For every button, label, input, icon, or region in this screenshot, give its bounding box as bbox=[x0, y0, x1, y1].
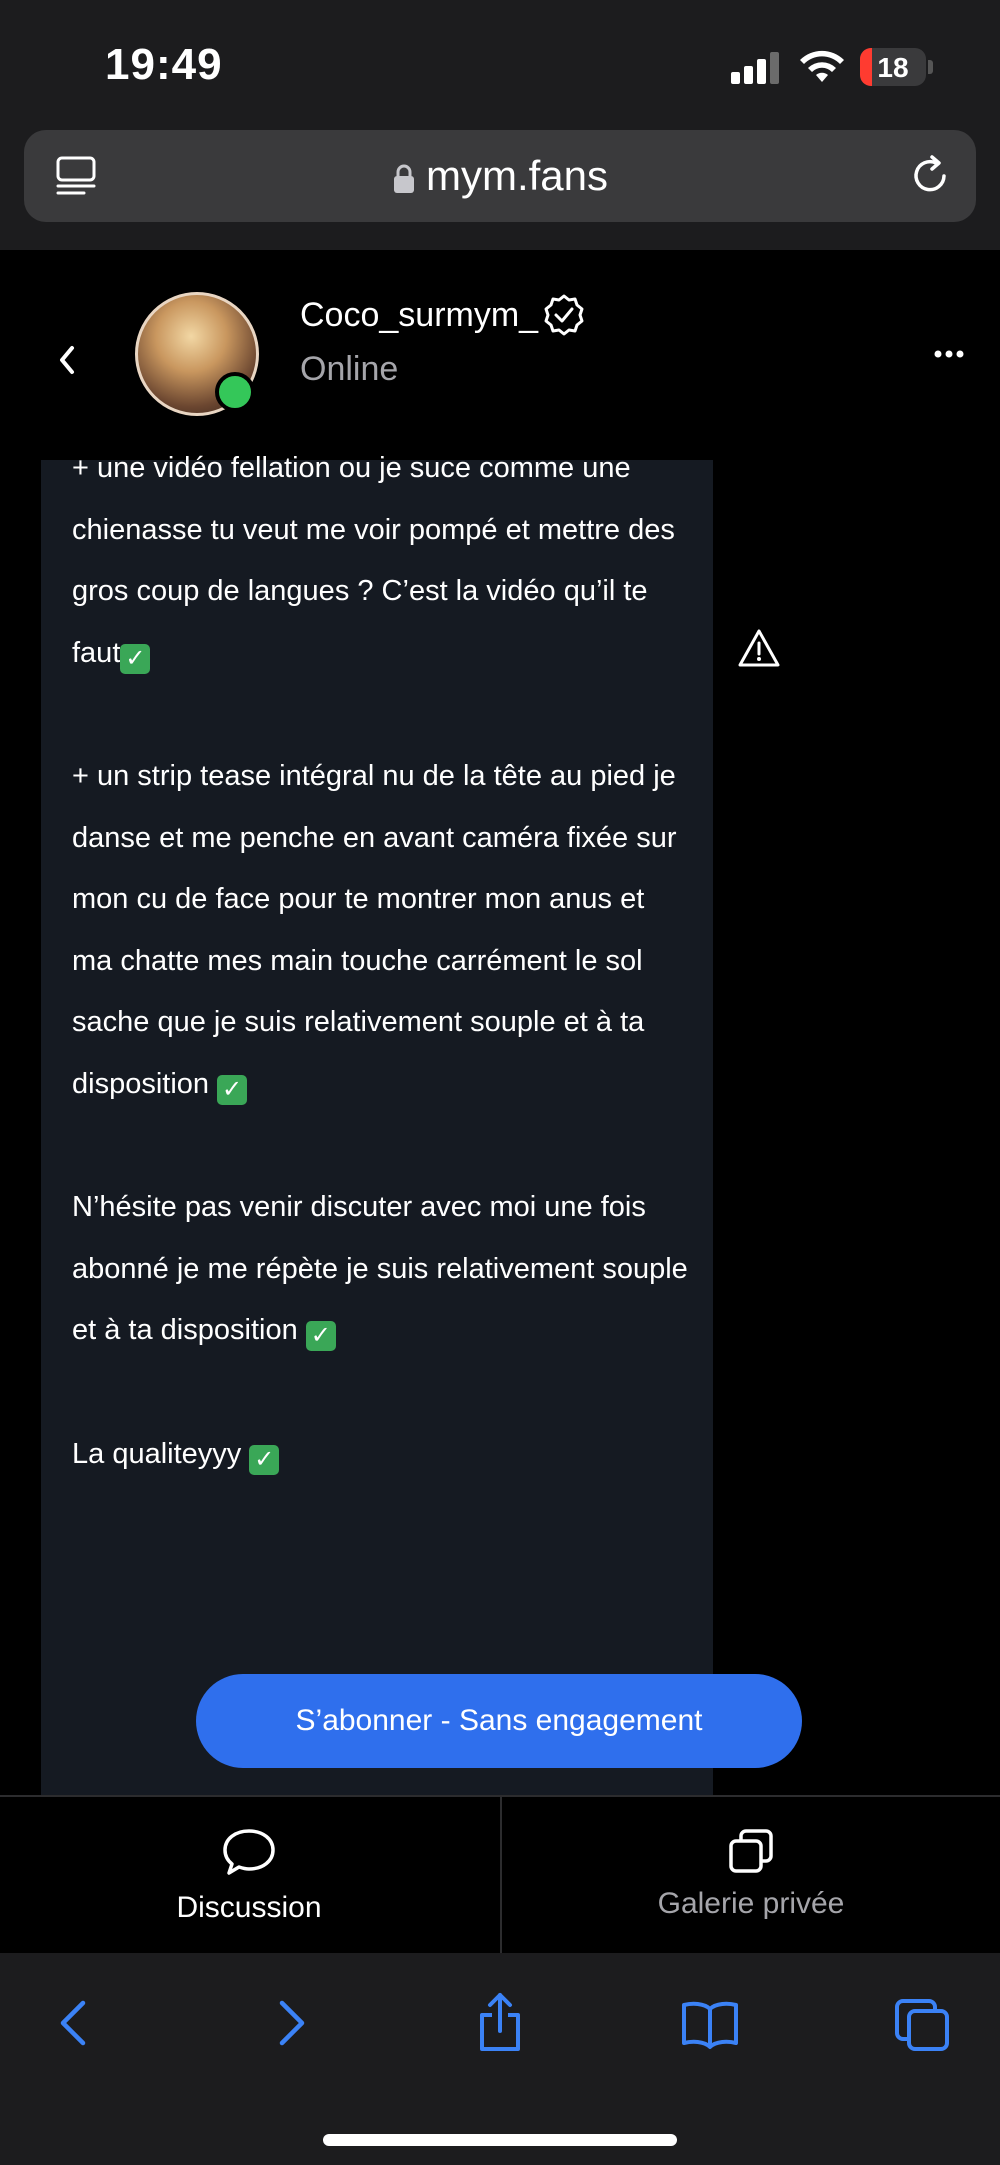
tab-private-gallery-label: Galerie privée bbox=[657, 1887, 845, 1920]
battery-icon: 18 bbox=[860, 48, 926, 86]
message-bubble: + une vidéo fellation ou je suce comme u… bbox=[41, 452, 713, 1795]
message-paragraph-1: + une vidéo fellation ou je suce comme u… bbox=[72, 452, 683, 669]
back-chevron-icon[interactable] bbox=[52, 340, 82, 380]
message-text: + une vidéo fellation ou je suce comme u… bbox=[72, 438, 692, 1485]
username[interactable]: Coco_surmym_ bbox=[300, 296, 538, 335]
chat-page: Coco_surmym_ Online + une vidéo fellatio… bbox=[0, 250, 1000, 1795]
share-icon[interactable] bbox=[470, 1991, 530, 2055]
online-indicator bbox=[215, 372, 255, 412]
chat-bubble-icon bbox=[223, 1829, 275, 1875]
battery-level: 18 bbox=[877, 52, 909, 83]
check-mark-icon: ✓ bbox=[120, 643, 151, 674]
tab-private-gallery[interactable]: Galerie privée bbox=[502, 1797, 1000, 1955]
check-mark-icon: ✓ bbox=[217, 1074, 248, 1105]
bottom-tabs: Discussion Galerie privée bbox=[0, 1795, 1000, 1955]
lock-icon bbox=[393, 164, 414, 193]
reload-icon[interactable] bbox=[906, 152, 954, 200]
status-time: 19:49 bbox=[105, 40, 223, 89]
tabs-icon[interactable] bbox=[893, 1991, 953, 2055]
browser-toolbar bbox=[0, 1953, 1000, 2165]
check-mark-icon: ✓ bbox=[305, 1321, 336, 1352]
check-mark-icon: ✓ bbox=[249, 1444, 280, 1475]
tab-discussion[interactable]: Discussion bbox=[0, 1797, 498, 1955]
browser-address-area: mym.fans bbox=[0, 130, 1000, 250]
cellular-signal-icon bbox=[731, 50, 781, 84]
more-dots-icon[interactable] bbox=[934, 348, 964, 360]
forward-arrow-icon[interactable] bbox=[260, 1991, 320, 2055]
back-arrow-icon[interactable] bbox=[45, 1991, 105, 2055]
subscribe-button[interactable]: S’abonner - Sans engagement bbox=[196, 1674, 802, 1768]
gallery-copy-icon bbox=[729, 1829, 773, 1873]
message-paragraph-2: + un strip tease intégral nu de la tête … bbox=[72, 759, 685, 1100]
message-paragraph-3: N’hésite pas venir discuter avec moi une… bbox=[72, 1191, 696, 1347]
verified-badge-icon bbox=[544, 294, 584, 336]
home-indicator bbox=[323, 2134, 677, 2146]
url-display[interactable]: mym.fans bbox=[24, 152, 976, 200]
wifi-icon bbox=[800, 50, 844, 82]
battery-tip bbox=[928, 60, 933, 74]
message-paragraph-4: La qualiteyyy bbox=[72, 1437, 250, 1470]
bookmarks-icon[interactable] bbox=[680, 1991, 740, 2055]
online-status: Online bbox=[300, 350, 399, 388]
tab-discussion-label: Discussion bbox=[176, 1891, 322, 1924]
url-text: mym.fans bbox=[425, 152, 609, 199]
status-bar: 19:49 18 bbox=[0, 0, 1000, 130]
report-warning-icon[interactable] bbox=[737, 628, 781, 668]
address-bar[interactable]: mym.fans bbox=[24, 130, 976, 222]
